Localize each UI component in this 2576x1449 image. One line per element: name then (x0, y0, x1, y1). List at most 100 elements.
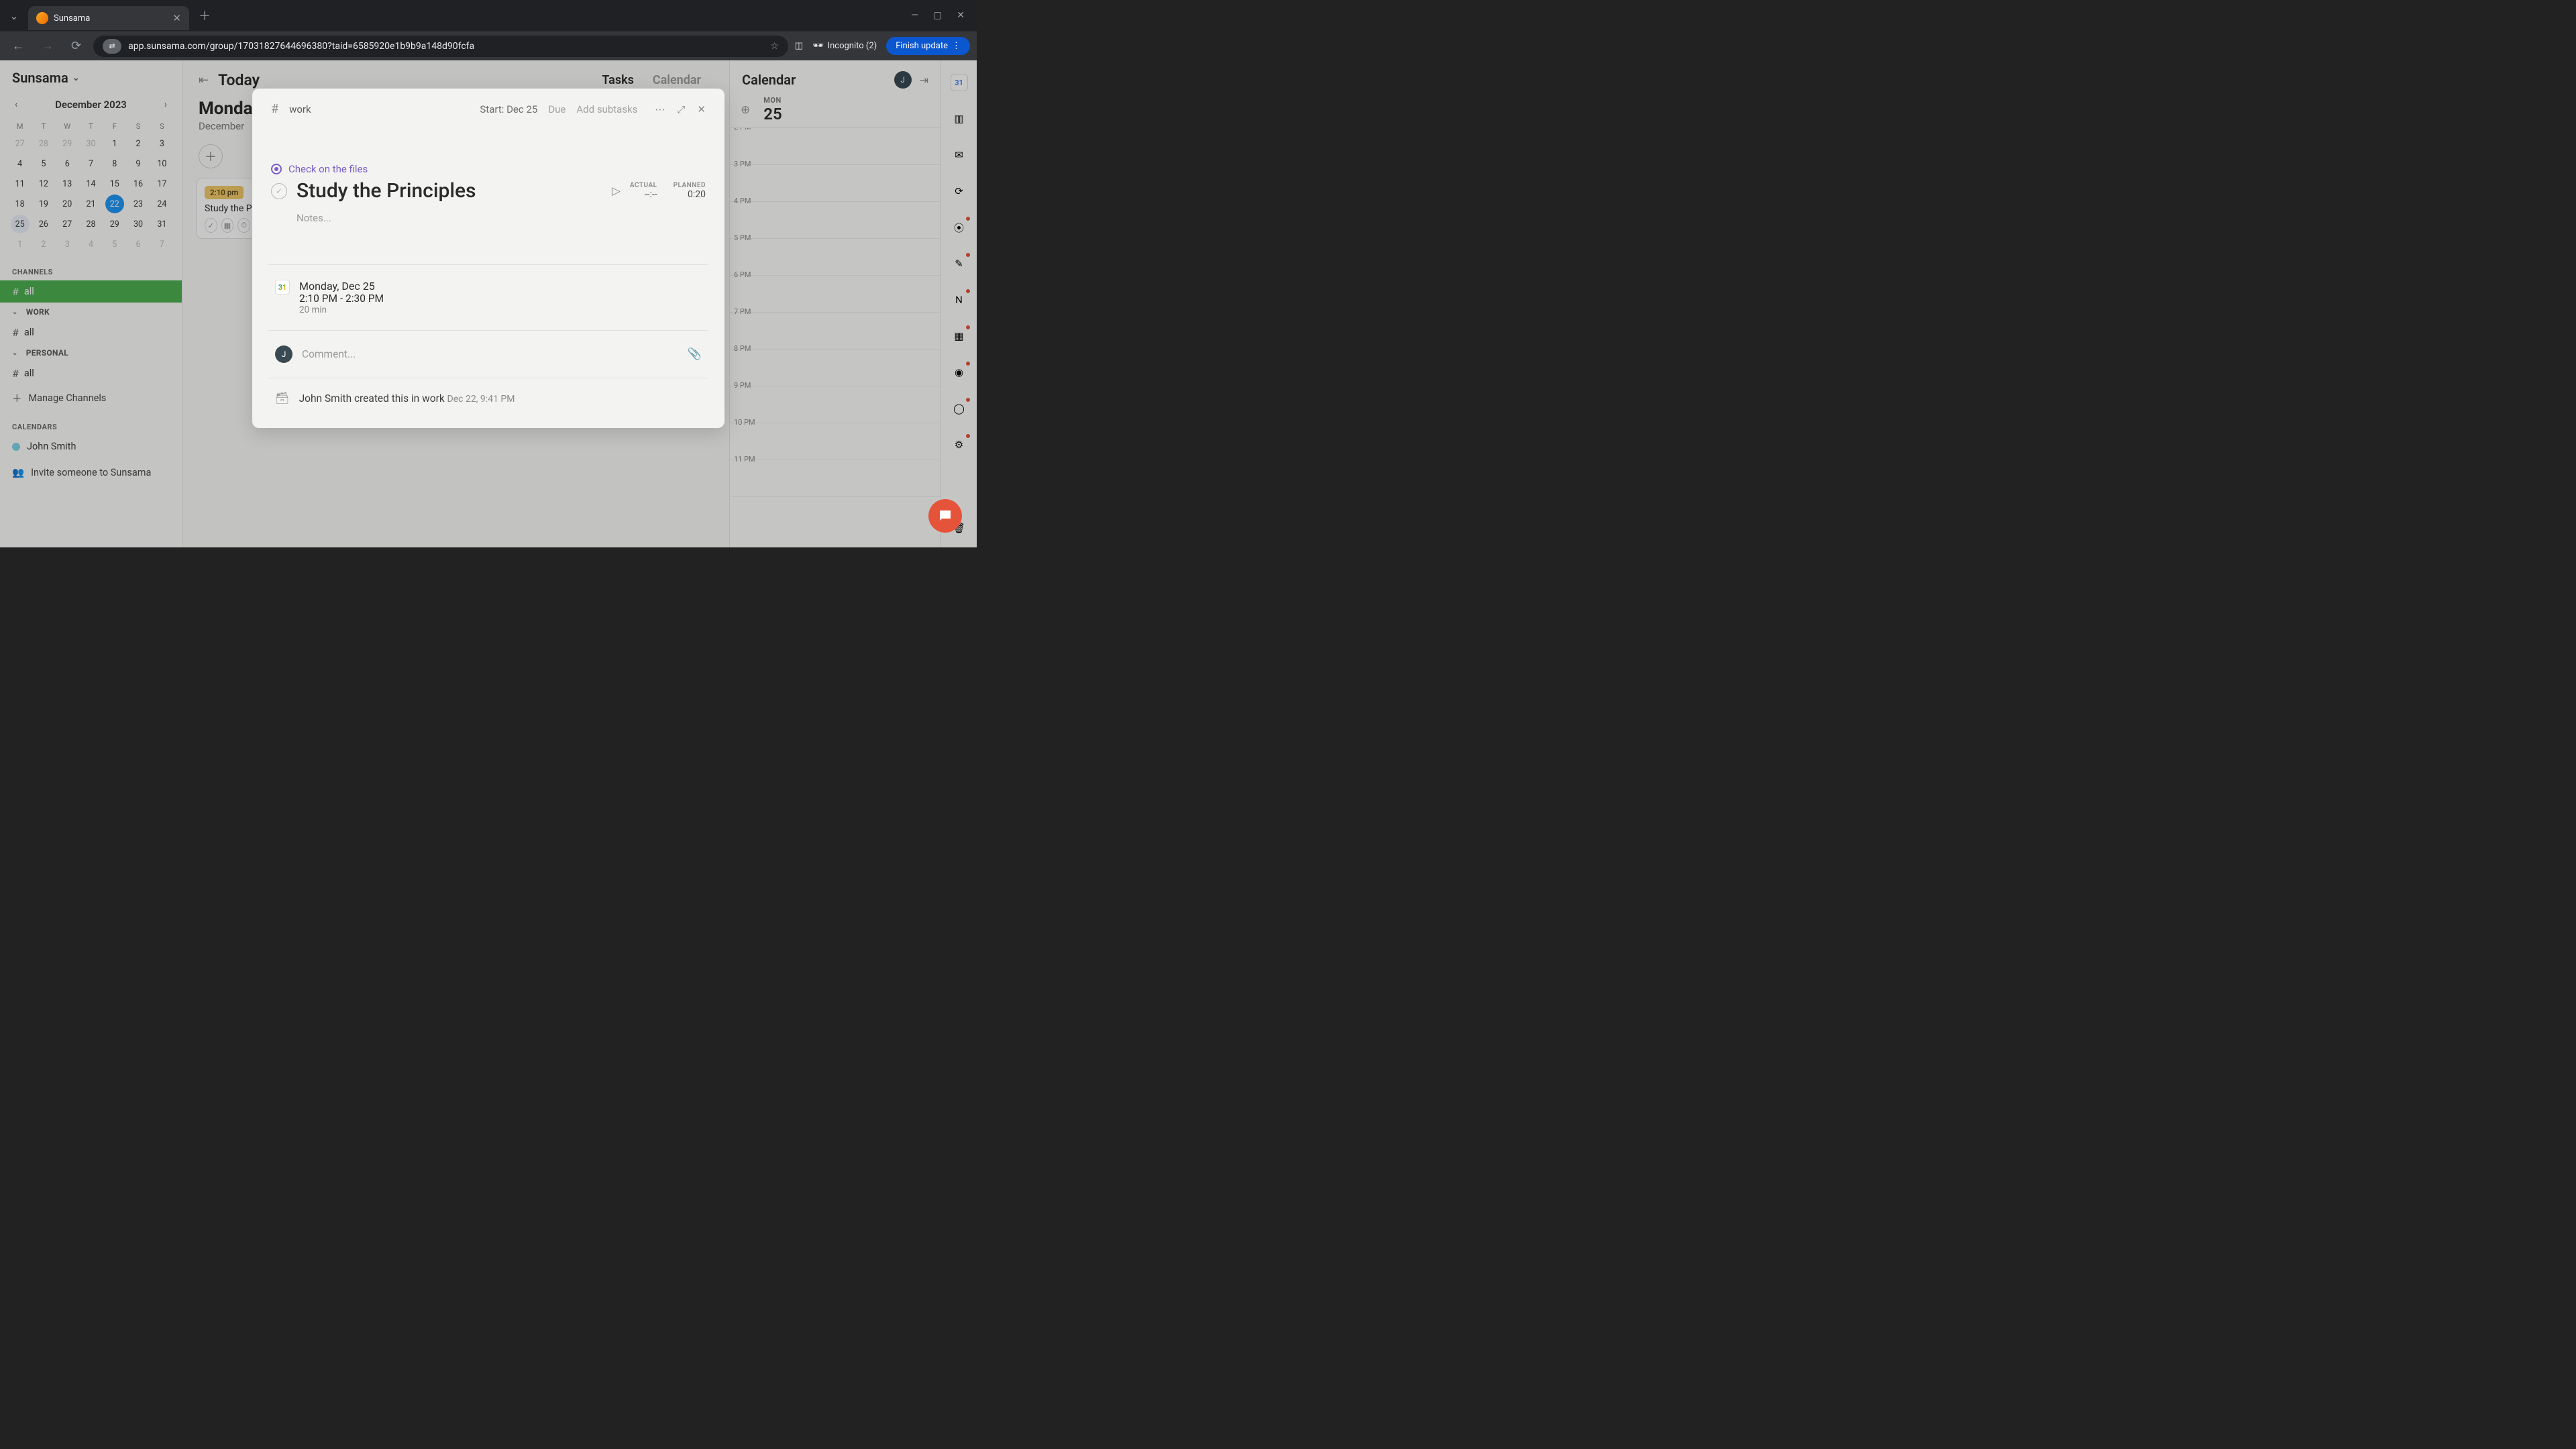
time-row[interactable]: 5 PM (730, 239, 941, 276)
calendar-day[interactable]: 16 (129, 174, 148, 193)
calendar-day[interactable]: 27 (58, 215, 76, 233)
calendar-day[interactable]: 8 (105, 154, 124, 173)
channel-personal-all[interactable]: #all (0, 362, 182, 384)
calendar-day[interactable]: 4 (81, 235, 100, 254)
workspace-switcher[interactable]: Sunsama ⌄ (0, 70, 182, 93)
site-info-icon[interactable]: ⇄ (103, 39, 121, 54)
calendar-day[interactable]: 14 (81, 174, 100, 193)
back-button[interactable]: ← (7, 36, 30, 56)
calendar-day[interactable]: 25 (11, 215, 30, 233)
date-icon[interactable]: ▦ (221, 218, 234, 233)
calendar-user[interactable]: John Smith (0, 435, 182, 458)
add-task-button[interactable]: ＋ (199, 144, 223, 168)
zoom-icon[interactable]: ⊕ (737, 103, 754, 117)
finish-update-button[interactable]: Finish update ⋮ (886, 37, 970, 55)
calendar-day[interactable]: 31 (152, 215, 171, 233)
play-timer-icon[interactable]: ▷ (612, 184, 621, 198)
settings-icon[interactable]: ⚙ (951, 436, 968, 453)
timer-icon[interactable]: ⏱ (237, 218, 250, 233)
notes-field[interactable]: Notes... (297, 212, 706, 224)
work-section-toggle[interactable]: ⌄WORK (0, 303, 182, 321)
asana-icon[interactable]: ⦿ (951, 219, 968, 236)
reload-button[interactable]: ⟳ (66, 36, 87, 56)
time-row[interactable]: 3 PM (730, 165, 941, 202)
more-menu-icon[interactable]: ⋯ (655, 103, 665, 115)
calendar-day[interactable]: 17 (152, 174, 171, 193)
collapse-sidebar-icon[interactable]: ⇤ (199, 73, 209, 87)
calendar-day[interactable]: 26 (34, 215, 53, 233)
today-label[interactable]: Today (218, 71, 592, 89)
calendar-day[interactable]: 7 (81, 154, 100, 173)
time-row[interactable]: 10 PM (730, 423, 941, 460)
invite-link[interactable]: 👥Invite someone to Sunsama (0, 458, 182, 488)
time-row[interactable]: 11 PM (730, 460, 941, 497)
bookmark-star-icon[interactable]: ☆ (770, 41, 779, 52)
channel-work-all[interactable]: #all (0, 321, 182, 343)
calendar-day[interactable]: 15 (105, 174, 124, 193)
calendar-day[interactable]: 6 (129, 235, 148, 254)
task-title[interactable]: Study the Principles (297, 179, 602, 203)
tab-tasks[interactable]: Tasks (602, 73, 634, 87)
month-prev[interactable]: ‹ (12, 97, 20, 113)
calendar-day[interactable]: 13 (58, 174, 76, 193)
intercom-launcher[interactable] (928, 499, 962, 533)
calendar-day[interactable]: 23 (129, 195, 148, 213)
channel-tag[interactable]: work (289, 103, 311, 115)
schedule-block[interactable]: 31 Monday, Dec 25 2:10 PM - 2:30 PM 20 m… (271, 265, 706, 330)
calendar-day[interactable]: 28 (34, 134, 53, 153)
calendar-day[interactable]: 6 (58, 154, 76, 173)
channel-all[interactable]: #all (0, 280, 182, 303)
comment-input[interactable]: Comment... (302, 348, 678, 360)
calendar-day[interactable]: 29 (58, 134, 76, 153)
calendar-day[interactable]: 3 (152, 134, 171, 153)
due-date[interactable]: Due (548, 103, 566, 115)
calendar-day[interactable]: 10 (152, 154, 171, 173)
done-icon[interactable]: ✓ (205, 218, 217, 233)
calendar-day[interactable]: 2 (34, 235, 53, 254)
planned-value[interactable]: 0:20 (674, 189, 706, 200)
time-row[interactable]: 2 PM (730, 128, 941, 165)
manage-channels[interactable]: ＋Manage Channels (0, 384, 182, 412)
calendar-day[interactable]: 9 (129, 154, 148, 173)
close-window-icon[interactable]: ✕ (957, 10, 965, 21)
attachment-icon[interactable]: 📎 (688, 347, 702, 361)
linear-icon[interactable]: ◉ (951, 364, 968, 381)
tab-close-icon[interactable]: ✕ (172, 12, 181, 24)
calendar-timeline[interactable]: 2 PM3 PM4 PM5 PM6 PM7 PM8 PM9 PM10 PM11 … (730, 128, 941, 547)
complete-toggle[interactable]: ✓ (271, 183, 287, 199)
calendar-day[interactable]: 29 (105, 215, 124, 233)
tab-search-dropdown[interactable]: ⌄ (0, 3, 28, 28)
calendar-day[interactable]: 12 (34, 174, 53, 193)
calendar-day[interactable]: 28 (81, 215, 100, 233)
calendar-day[interactable]: 18 (11, 195, 30, 213)
calendar-day[interactable]: 1 (105, 134, 124, 153)
calendar-day[interactable]: 30 (81, 134, 100, 153)
minimize-icon[interactable]: — (911, 10, 918, 21)
personal-section-toggle[interactable]: ⌄PERSONAL (0, 343, 182, 362)
calendar-day[interactable]: 21 (81, 195, 100, 213)
calendar-day[interactable]: 4 (11, 154, 30, 173)
calendar-day[interactable]: 19 (34, 195, 53, 213)
user-avatar[interactable]: J (894, 71, 912, 89)
time-row[interactable]: 8 PM (730, 350, 941, 386)
calendar-day[interactable]: 22 (105, 195, 124, 213)
task-card[interactable]: 2:10 pm Study the P ✓ ▦ ⏱ (196, 178, 259, 239)
calendar-day[interactable]: 20 (58, 195, 76, 213)
maximize-icon[interactable]: ▢ (933, 10, 942, 21)
expand-column-icon[interactable]: ⇥ (920, 74, 928, 87)
time-row[interactable]: 9 PM (730, 386, 941, 423)
notion-icon[interactable]: N (951, 291, 968, 309)
github-icon[interactable]: ◯ (951, 400, 968, 417)
add-subtasks[interactable]: Add subtasks (576, 103, 637, 115)
gcal-icon[interactable]: 31 (951, 74, 968, 91)
address-bar[interactable]: ⇄ app.sunsama.com/group/1703182764469638… (93, 36, 788, 57)
incognito-indicator[interactable]: 🕶 Incognito (2) (812, 41, 877, 51)
calendar-day[interactable]: 27 (11, 134, 30, 153)
actual-value[interactable]: --:-- (630, 189, 657, 200)
new-tab-button[interactable]: ＋ (189, 7, 220, 24)
side-panel-icon[interactable]: ◫ (795, 41, 803, 51)
expand-icon[interactable]: ⤢ (677, 103, 685, 115)
calendar-day[interactable]: 5 (34, 154, 53, 173)
tab-calendar[interactable]: Calendar (653, 73, 701, 87)
browser-tab[interactable]: Sunsama ✕ (28, 6, 189, 30)
